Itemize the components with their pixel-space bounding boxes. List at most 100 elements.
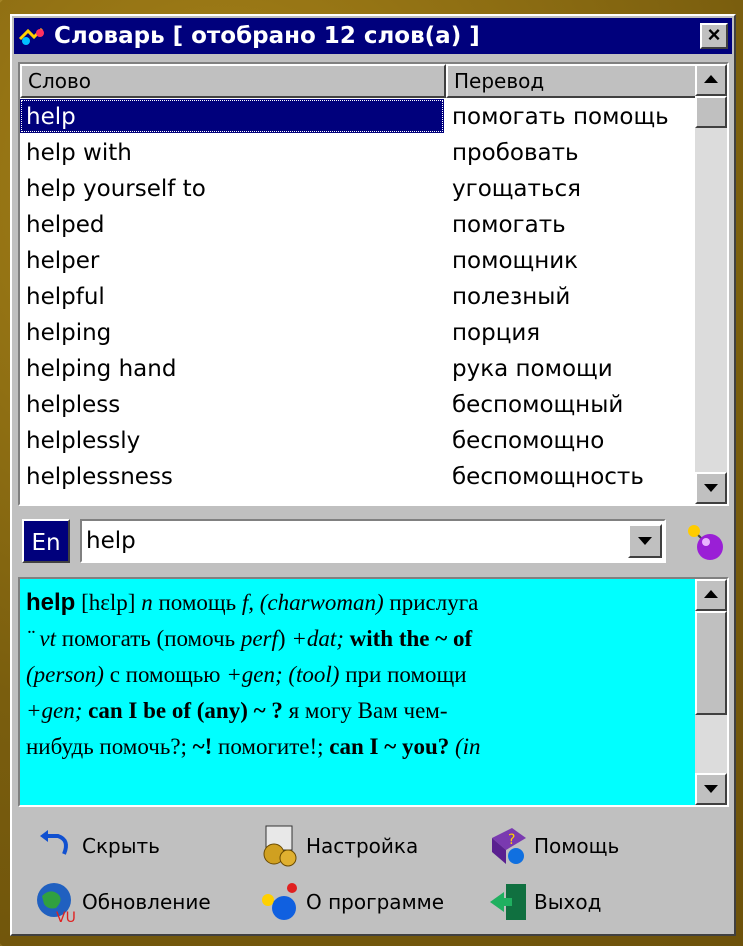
word-cell: help yourself to: [26, 176, 206, 202]
word-cell: helping hand: [26, 356, 177, 382]
article-fragment: (in: [449, 734, 481, 759]
hide-label: Скрыть: [82, 834, 160, 858]
arrow-up-icon: [704, 75, 718, 83]
scroll-down-button[interactable]: [695, 472, 727, 504]
article-fragment: (person): [26, 662, 110, 687]
search-input[interactable]: [84, 523, 628, 559]
headword: help: [26, 589, 76, 616]
dictionary-window: Словарь [ отобрано 12 слов(а) ] × Слово …: [10, 14, 736, 936]
article-fragment: помогать (помочь: [61, 626, 241, 651]
title-bar[interactable]: Словарь [ отобрано 12 слов(а) ] ×: [14, 18, 732, 54]
word-cell: helpless: [26, 392, 121, 418]
dropdown-button[interactable]: [628, 524, 662, 558]
list-item[interactable]: helpful полезный: [20, 279, 695, 315]
scroll-thumb[interactable]: [695, 611, 727, 715]
settings-button[interactable]: Настройка: [258, 820, 418, 872]
transcription: [hɛlp]: [81, 590, 136, 615]
article-fragment: при помощи: [345, 662, 467, 687]
about-button[interactable]: О программе: [258, 876, 444, 928]
word-cell: helplessness: [26, 464, 173, 490]
list-item[interactable]: help помогать помощь: [20, 99, 695, 135]
undo-arrow-icon: [34, 824, 78, 868]
exit-button[interactable]: Выход: [486, 876, 601, 928]
article-fragment: f, (charwoman): [241, 590, 390, 615]
help-book-icon: ?: [486, 824, 530, 868]
word-cell: helped: [26, 212, 105, 238]
word-list[interactable]: Слово Перевод help помогать помощь help …: [18, 62, 729, 506]
list-item[interactable]: help with пробовать: [20, 135, 695, 171]
column-header-translation-label: Перевод: [454, 69, 545, 93]
translation-cell: беспомощно: [452, 428, 605, 454]
bottom-toolbar: Скрыть Настройка ? Помощь VU Обновление …: [18, 814, 729, 932]
scroll-up-button[interactable]: [695, 64, 727, 96]
word-cell: helping: [26, 320, 112, 346]
translation-cell: помогать помощь: [452, 104, 669, 130]
article-fragment: perf: [240, 626, 278, 651]
translation-cell: угощаться: [452, 176, 581, 202]
word-cell: help: [20, 99, 444, 133]
list-item[interactable]: help yourself to угощаться: [20, 171, 695, 207]
list-item[interactable]: helping порция: [20, 315, 695, 351]
article-scrollbar[interactable]: [695, 579, 727, 805]
translation-cell: рука помощи: [452, 356, 613, 382]
article-text: help [hɛlp] n помощь f, (charwoman) прис…: [26, 585, 694, 765]
article-fragment: помощь: [158, 590, 242, 615]
column-header-word-label: Слово: [28, 69, 92, 93]
close-icon: ×: [707, 22, 721, 47]
column-header-translation[interactable]: Перевод: [446, 64, 697, 98]
translation-cell: порция: [452, 320, 541, 346]
list-item[interactable]: helplessness беспомощность: [20, 459, 695, 495]
article-fragment: can I ~ you?: [329, 734, 450, 759]
chevron-down-icon: [638, 537, 652, 545]
article-fragment: прислуга: [389, 590, 479, 615]
article-fragment: с помощью: [109, 662, 227, 687]
settings-label: Настройка: [306, 834, 419, 858]
arrow-down-icon: [704, 785, 718, 793]
help-label: Помощь: [534, 834, 620, 858]
pos-label: n: [135, 590, 159, 615]
list-item[interactable]: helper помощник: [20, 243, 695, 279]
translation-cell: беспомощность: [452, 464, 644, 490]
update-button[interactable]: VU Обновление: [34, 876, 211, 928]
list-item[interactable]: helped помогать: [20, 207, 695, 243]
scroll-up-button[interactable]: [695, 579, 727, 611]
article-pane[interactable]: help [hɛlp] n помощь f, (charwoman) прис…: [18, 577, 729, 807]
translate-icon[interactable]: [684, 521, 726, 563]
word-cell: helpful: [26, 284, 105, 310]
scroll-down-button[interactable]: [695, 773, 727, 805]
translation-cell: помощник: [452, 248, 579, 274]
list-item[interactable]: helpless беспомощный: [20, 387, 695, 423]
exit-door-icon: [486, 880, 530, 924]
list-item[interactable]: helplessly беспомощно: [20, 423, 695, 459]
article-fragment: +gen;: [26, 698, 89, 723]
close-button[interactable]: ×: [700, 23, 728, 49]
word-cell: help with: [26, 140, 132, 166]
article-fragment: ): [277, 626, 292, 651]
article-fragment: +gen; (tool): [226, 662, 346, 687]
article-fragment: помогите!;: [212, 734, 330, 759]
hide-button[interactable]: Скрыть: [34, 820, 160, 872]
list-scrollbar[interactable]: [695, 64, 727, 504]
svg-text:?: ?: [508, 832, 515, 848]
settings-gears-icon: [258, 824, 302, 868]
molecule-about-icon: [258, 880, 302, 924]
update-label: Обновление: [82, 890, 211, 914]
word-cell: helplessly: [26, 428, 141, 454]
globe-update-icon: VU: [34, 880, 78, 926]
article-fragment: can I be of (any) ~ ?: [88, 698, 283, 723]
arrow-down-icon: [704, 484, 718, 492]
column-header-word[interactable]: Слово: [20, 64, 446, 98]
word-cell: helper: [26, 248, 100, 274]
translation-cell: пробовать: [452, 140, 579, 166]
app-icon: [18, 25, 48, 47]
translation-cell: полезный: [452, 284, 571, 310]
translation-cell: помогать: [452, 212, 566, 238]
svg-text:VU: VU: [56, 910, 76, 924]
search-combobox[interactable]: [80, 519, 666, 563]
scroll-thumb[interactable]: [695, 96, 727, 128]
list-item[interactable]: helping hand рука помощи: [20, 351, 695, 387]
help-button[interactable]: ? Помощь: [486, 820, 619, 872]
arrow-up-icon: [704, 590, 718, 598]
language-toggle-button[interactable]: En: [22, 519, 70, 563]
window-title: Словарь [ отобрано 12 слов(а) ]: [54, 23, 480, 49]
